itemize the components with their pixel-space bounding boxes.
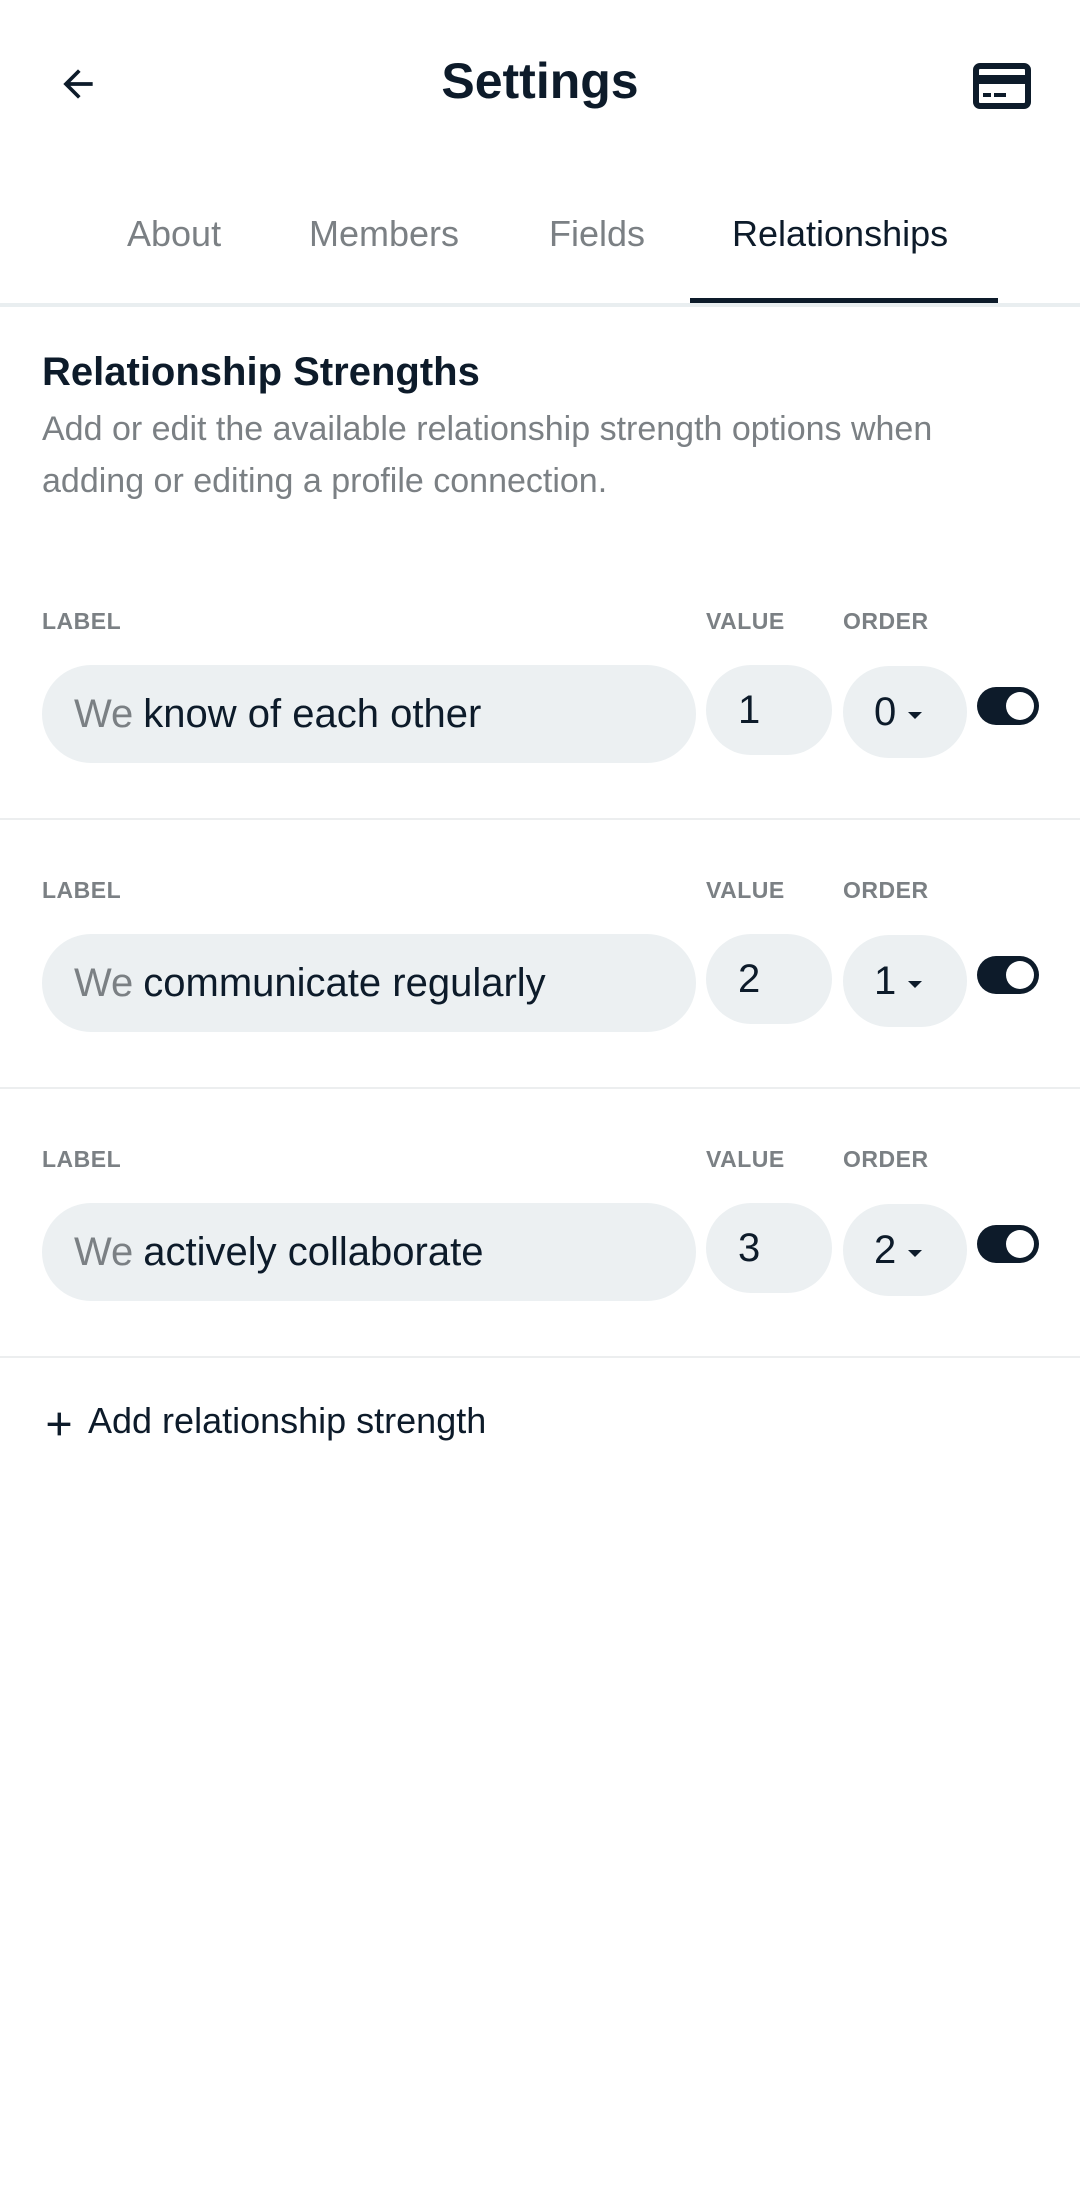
order-column-header: ORDER	[843, 608, 929, 634]
add-relationship-strength-button[interactable]: Add relationship strength	[42, 1400, 486, 1442]
value-column-header: VALUE	[706, 1146, 785, 1172]
value-column-header: VALUE	[706, 877, 785, 903]
strength-enabled-toggle[interactable]	[977, 687, 1039, 725]
tab-members[interactable]: Members	[309, 213, 459, 255]
toggle-knob	[1006, 1230, 1034, 1258]
strength-value-input[interactable]: 1	[706, 665, 832, 755]
strength-enabled-toggle[interactable]	[977, 1225, 1039, 1263]
page-title: Settings	[441, 53, 639, 109]
strength-value-input[interactable]: 2	[706, 934, 832, 1024]
label-text: communicate regularly	[143, 960, 546, 1005]
section-description: Add or edit the available relationship s…	[42, 410, 933, 500]
label-prefix: We	[74, 691, 134, 736]
label-text: know of each other	[143, 691, 482, 736]
caret-down-icon	[908, 711, 923, 719]
tab-bar: About Members Fields Relationships	[0, 175, 1080, 307]
label-prefix: We	[74, 1229, 134, 1274]
label-column-header: LABEL	[42, 1146, 122, 1172]
section-title: Relationship Strengths	[42, 350, 480, 394]
strength-row: LABEL VALUE ORDER We know of each other …	[0, 550, 1080, 820]
billing-button[interactable]	[966, 50, 1038, 122]
toggle-knob	[1006, 961, 1034, 989]
strength-label-input[interactable]: We know of each other	[42, 665, 696, 763]
order-column-header: ORDER	[843, 1146, 929, 1172]
tab-about[interactable]: About	[127, 213, 221, 255]
strength-label-input[interactable]: We communicate regularly	[42, 934, 696, 1032]
active-tab-indicator	[690, 298, 998, 303]
value-column-header: VALUE	[706, 608, 785, 634]
value-text: 3	[738, 1225, 761, 1270]
add-relationship-strength-label: Add relationship strength	[88, 1400, 487, 1441]
value-text: 1	[738, 687, 761, 732]
label-text: actively collaborate	[143, 1229, 484, 1274]
strength-order-select[interactable]: 0	[843, 666, 967, 758]
order-text: 0	[874, 689, 897, 734]
app-header: Settings	[0, 0, 1080, 175]
strength-row: LABEL VALUE ORDER We communicate regular…	[0, 819, 1080, 1089]
label-prefix: We	[74, 960, 134, 1005]
label-column-header: LABEL	[42, 877, 122, 903]
strength-order-select[interactable]: 2	[843, 1204, 967, 1296]
order-text: 1	[874, 958, 897, 1003]
credit-card-icon	[973, 63, 1031, 109]
caret-down-icon	[908, 1249, 923, 1257]
order-text: 2	[874, 1227, 897, 1272]
strength-order-select[interactable]: 1	[843, 935, 967, 1027]
toggle-knob	[1006, 692, 1034, 720]
settings-page: Settings About Members Fields Relationsh…	[0, 0, 1080, 2197]
value-text: 2	[738, 956, 761, 1001]
label-column-header: LABEL	[42, 608, 122, 634]
caret-down-icon	[908, 980, 923, 988]
tab-relationships[interactable]: Relationships	[732, 213, 948, 255]
order-column-header: ORDER	[843, 877, 929, 903]
strength-label-input[interactable]: We actively collaborate	[42, 1203, 696, 1301]
strength-value-input[interactable]: 3	[706, 1203, 832, 1293]
strength-enabled-toggle[interactable]	[977, 956, 1039, 994]
tab-fields[interactable]: Fields	[549, 213, 645, 255]
strength-row: LABEL VALUE ORDER We actively collaborat…	[0, 1088, 1080, 1358]
plus-icon	[47, 1412, 71, 1436]
